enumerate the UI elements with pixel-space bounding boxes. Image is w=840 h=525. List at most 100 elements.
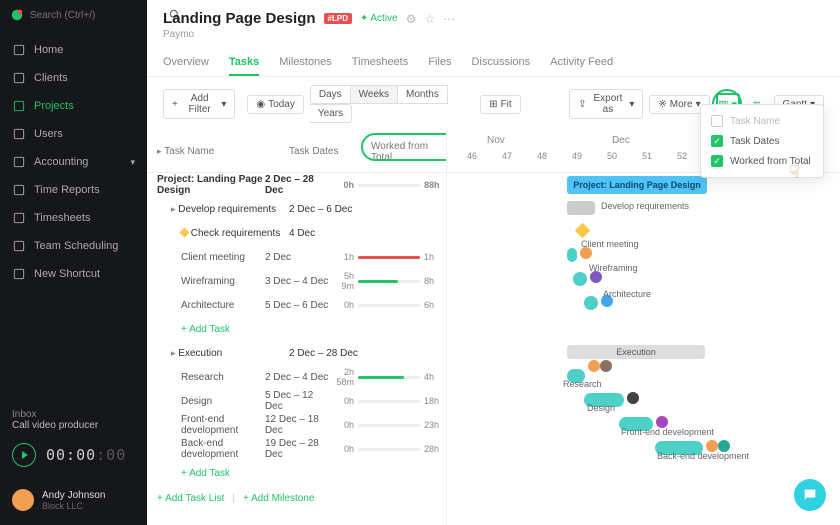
task-row[interactable]: Design5 Dec – 12 Dec0h18h [147,389,446,413]
gantt-label: Wireframing [589,263,638,273]
dropdown-item[interactable]: ✓Worked from Total [701,151,823,171]
range-months[interactable]: Months [398,85,448,104]
task-row[interactable]: Client meeting2 Dec1h1h [147,245,446,269]
projects-icon [12,99,26,113]
timeline-month: Dec [612,135,630,146]
chat-fab[interactable] [794,479,826,511]
timeline-week: 49 [572,151,582,161]
sidebar-item-projects[interactable]: Projects [0,92,147,120]
sidebar-item-timesheets[interactable]: Timesheets [0,204,147,232]
range-years[interactable]: Years [310,104,352,123]
bell-icon[interactable]: ☆ [424,12,435,26]
sidebar-item-team-scheduling[interactable]: Team Scheduling [0,232,147,260]
chat-icon [802,487,818,503]
task-row[interactable]: ▸ Develop requirements2 Dec – 6 Dec [147,197,446,221]
gantt-panel[interactable]: NovDec4647484950515212 Project: Landing … [447,131,840,525]
avatar [588,360,600,372]
more-icon[interactable]: ⋯ [443,12,455,26]
timer[interactable]: 00:00:00 [0,439,147,479]
avatar [600,360,612,372]
add-task-list-link[interactable]: + Add Task List [157,493,224,504]
task-list-panel: ▸ Task Name Task Dates Worked from Total… [147,131,447,525]
dropdown-item[interactable]: ✓Task Dates [701,131,823,151]
gantt-label: Design [587,403,615,413]
checkbox-icon[interactable]: ✓ [711,155,723,167]
gantt-label: Architecture [603,289,651,299]
tab-milestones[interactable]: Milestones [279,50,332,76]
checkbox-icon[interactable]: ✓ [711,135,723,147]
gear-icon[interactable]: ⚙ [406,12,417,26]
tab-tasks[interactable]: Tasks [229,50,259,76]
col-task-name[interactable]: Task Name [164,146,214,157]
sidebar-item-time-reports[interactable]: Time Reports [0,176,147,204]
gantt-bar[interactable]: Execution [567,345,705,359]
export-button[interactable]: ⇪ Export as ▾ [569,89,643,119]
timeline-week: 52 [677,151,687,161]
task-row[interactable]: Wireframing3 Dec – 4 Dec5h 9m8h [147,269,446,293]
play-icon[interactable] [12,443,36,467]
gantt-bar[interactable] [567,201,595,215]
sidebar-item-accounting[interactable]: Accounting▾ [0,148,147,176]
avatar [627,392,639,404]
tab-discussions[interactable]: Discussions [471,50,530,76]
today-button[interactable]: ◉ Today [247,95,303,114]
gantt-label: Client meeting [581,239,639,249]
timeline-week: 51 [642,151,652,161]
diamond-icon [180,227,190,237]
add-task-link[interactable]: + Add Task [157,468,230,479]
task-row[interactable]: ▸ Execution2 Dec – 28 Dec [147,341,446,365]
gantt-bar[interactable] [567,248,577,262]
checkbox-icon[interactable] [711,115,723,127]
range-weeks[interactable]: Weeks [351,85,398,104]
logo-icon [10,8,24,22]
tab-timesheets[interactable]: Timesheets [352,50,408,76]
add-task-link[interactable]: + Add Task [157,324,230,335]
gantt-label: Front-end development [621,427,714,437]
sidebar-item-home[interactable]: Home [0,36,147,64]
accounting-icon [12,155,26,169]
page-title: Landing Page Design [163,10,316,27]
task-row[interactable]: Back-end development19 Dec – 28 Dec0h28h [147,437,446,461]
search-input[interactable] [30,10,162,21]
dropdown-item[interactable]: Task Name [701,111,823,131]
task-row[interactable]: + Add Task [147,317,446,341]
gantt-bar[interactable] [573,272,587,286]
gantt-label: Back-end development [657,451,749,461]
inbox-subtitle[interactable]: Call video producer [12,420,135,431]
tab-overview[interactable]: Overview [163,50,209,76]
project-code-badge: #LPD [324,13,352,24]
breadcrumb[interactable]: Paymo [147,29,840,40]
search-box[interactable] [0,0,147,30]
task-row[interactable]: + Add Task [147,461,446,485]
range-days[interactable]: Days [310,85,351,104]
sidebar-item-users[interactable]: Users [0,120,147,148]
add-filter-button[interactable]: + Add Filter ▾ [163,89,235,119]
user-profile[interactable]: Andy Johnson Block LLC [0,479,147,525]
timeline-week: 46 [467,151,477,161]
columns-dropdown[interactable]: Task Name✓Task Dates✓Worked from Total [700,104,824,178]
task-row[interactable]: Project: Landing Page Design2 Dec – 28 D… [147,173,446,197]
fit-button[interactable]: ⊞ Fit [480,95,521,114]
col-worked[interactable]: Worked from Total [371,141,428,163]
users-icon [12,127,26,141]
clients-icon [12,71,26,85]
user-company: Block LLC [42,501,105,511]
user-name: Andy Johnson [42,490,105,501]
add-milestone-link[interactable]: + Add Milestone [243,493,314,504]
sidebar-item-new-shortcut[interactable]: New Shortcut [0,260,147,288]
inbox-title: Inbox [12,409,135,420]
task-row[interactable]: Front-end development12 Dec – 18 Dec0h23… [147,413,446,437]
gantt-project-bar[interactable]: Project: Landing Page Design [567,176,707,194]
task-row[interactable]: Architecture5 Dec – 6 Dec0h6h [147,293,446,317]
col-task-dates[interactable]: Task Dates [289,146,371,157]
sidebar-item-clients[interactable]: Clients [0,64,147,92]
reports-icon [12,183,26,197]
task-row[interactable]: Research2 Dec – 4 Dec2h 58m4h [147,365,446,389]
tab-files[interactable]: Files [428,50,451,76]
timeline-month: Nov [487,135,505,146]
tab-activity-feed[interactable]: Activity Feed [550,50,613,76]
gantt-bar[interactable] [584,296,598,310]
gantt-milestone-icon[interactable] [575,223,591,239]
sidebar: HomeClientsProjectsUsersAccounting▾Time … [0,0,147,525]
task-row[interactable]: Check requirements4 Dec [147,221,446,245]
